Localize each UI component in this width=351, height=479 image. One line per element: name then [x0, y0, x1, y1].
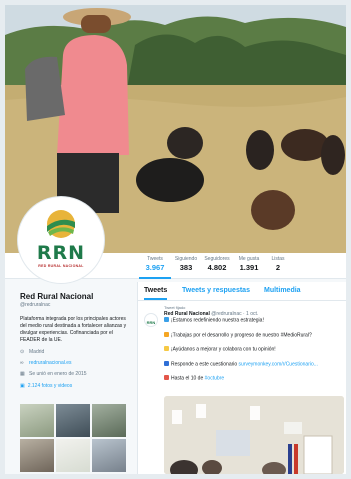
stat-label: Tweets: [147, 256, 163, 262]
profile-info: Red Rural Nacional @redruralnac Platafor…: [20, 292, 132, 389]
tweet-survey-link[interactable]: surveymonkey.com/r/Cuestionario...: [239, 361, 318, 367]
stat-following[interactable]: Siguiendo 383: [172, 256, 200, 273]
media-thumbnail[interactable]: [56, 439, 90, 472]
location-text: Madrid: [29, 349, 45, 355]
clipboard-icon: [164, 360, 169, 366]
stat-value: 383: [179, 263, 193, 272]
tweet-line: Hasta el 10 de #octubre: [164, 375, 342, 383]
photos-videos-label[interactable]: 2.124 fotos y videos: [28, 383, 72, 389]
calendar-icon: ▦: [20, 371, 25, 377]
location-pin-icon: ⊙: [20, 349, 25, 355]
media-thumbnail[interactable]: [56, 404, 90, 437]
stat-value: 4.802: [207, 263, 227, 272]
handshake-icon: [164, 346, 169, 351]
media-thumbnail[interactable]: [20, 404, 54, 437]
tweet-line: ¡Trabajas por el desarrollo y progreso d…: [164, 331, 342, 340]
stat-tweets[interactable]: Tweets 3.967: [139, 256, 171, 279]
stat-lists[interactable]: Listas 2: [267, 256, 289, 273]
tweet-line: ¡Ayúdanos a mejorar y colabora con tu op…: [164, 346, 342, 354]
tab-tweets-replies[interactable]: Tweets y respuestas: [182, 287, 250, 294]
timeline: Tweets Tweets y respuestas Multimedia Tw…: [137, 282, 346, 474]
stat-label: Listas: [271, 256, 285, 262]
media-thumbnail[interactable]: [92, 439, 126, 472]
timeline-tabs: Tweets Tweets y respuestas Multimedia: [138, 282, 346, 301]
stat-value: 1.391: [239, 263, 259, 272]
profile-avatar[interactable]: RRN RED RURAL NACIONAL: [18, 197, 104, 283]
tweet-line: ¡Estamos redefiniendo nuestra estrategia…: [164, 317, 342, 325]
tweet-text: ¡Estamos redefiniendo nuestra estrategia…: [171, 317, 264, 324]
website-link[interactable]: redruralnacional.es: [29, 360, 72, 366]
stat-label: Seguidores: [204, 256, 230, 262]
pinned-label: Tweet fijado: [164, 305, 186, 310]
farmer-icon: [164, 331, 169, 337]
tweet-line: Responde a este cuestionario surveymonke…: [164, 360, 342, 369]
calendar-icon: [164, 375, 169, 380]
stat-value: 3.967: [145, 263, 165, 272]
profile-website[interactable]: ∞ redruralnacional.es: [20, 360, 132, 366]
media-thumbnail[interactable]: [20, 439, 54, 472]
tweet-text: ¡Ayúdanos a mejorar y colabora con tu op…: [171, 346, 276, 353]
stat-label: Siguiendo: [174, 256, 198, 262]
tweet-photo[interactable]: [164, 396, 344, 474]
avatar-logo-text: RRN: [36, 242, 86, 264]
profile-bio: Plataforma integrada por los principales…: [20, 316, 127, 343]
profile-handle[interactable]: @redruralnac: [20, 302, 132, 308]
rrn-logo-icon: [47, 210, 75, 238]
profile-name[interactable]: Red Rural Nacional: [20, 292, 132, 301]
stat-label: Me gusta: [238, 256, 260, 262]
stat-likes[interactable]: Me gusta 1.391: [234, 256, 264, 273]
photos-videos-link[interactable]: ▣ 2.124 fotos y videos: [20, 383, 132, 389]
tab-media[interactable]: Multimedia: [264, 287, 301, 294]
profile-joined: ▦ Se unió en enero de 2015: [20, 371, 132, 377]
stat-value: 2: [275, 263, 281, 272]
stat-followers[interactable]: Seguidores 4.802: [201, 256, 233, 273]
avatar-logo-subtitle: RED RURAL NACIONAL: [38, 264, 84, 268]
tweet-hashtag-link[interactable]: #octubre: [205, 376, 224, 382]
tweet-avatar[interactable]: RRN: [144, 313, 158, 327]
photo-icon: ▣: [20, 383, 25, 389]
joined-text: Se unió en enero de 2015: [29, 371, 87, 377]
megaphone-icon: [164, 317, 169, 322]
tweet-photo-scene: [164, 396, 344, 474]
tweet-text: Hasta el 10 de: [171, 375, 204, 382]
pinned-tweet[interactable]: Tweet fijado RRN Red Rural Nacional @red…: [138, 302, 347, 386]
tab-tweets[interactable]: Tweets: [144, 287, 168, 300]
tweet-avatar-logo-text: RRN: [146, 320, 156, 325]
link-icon: ∞: [20, 360, 24, 366]
tweet-text: Responde a este cuestionario: [171, 361, 238, 367]
tweet-text: ¡Trabajas por el desarrollo y progreso d…: [171, 332, 312, 338]
profile-location: ⊙ Madrid: [20, 349, 132, 355]
media-thumbnail[interactable]: [92, 404, 126, 437]
